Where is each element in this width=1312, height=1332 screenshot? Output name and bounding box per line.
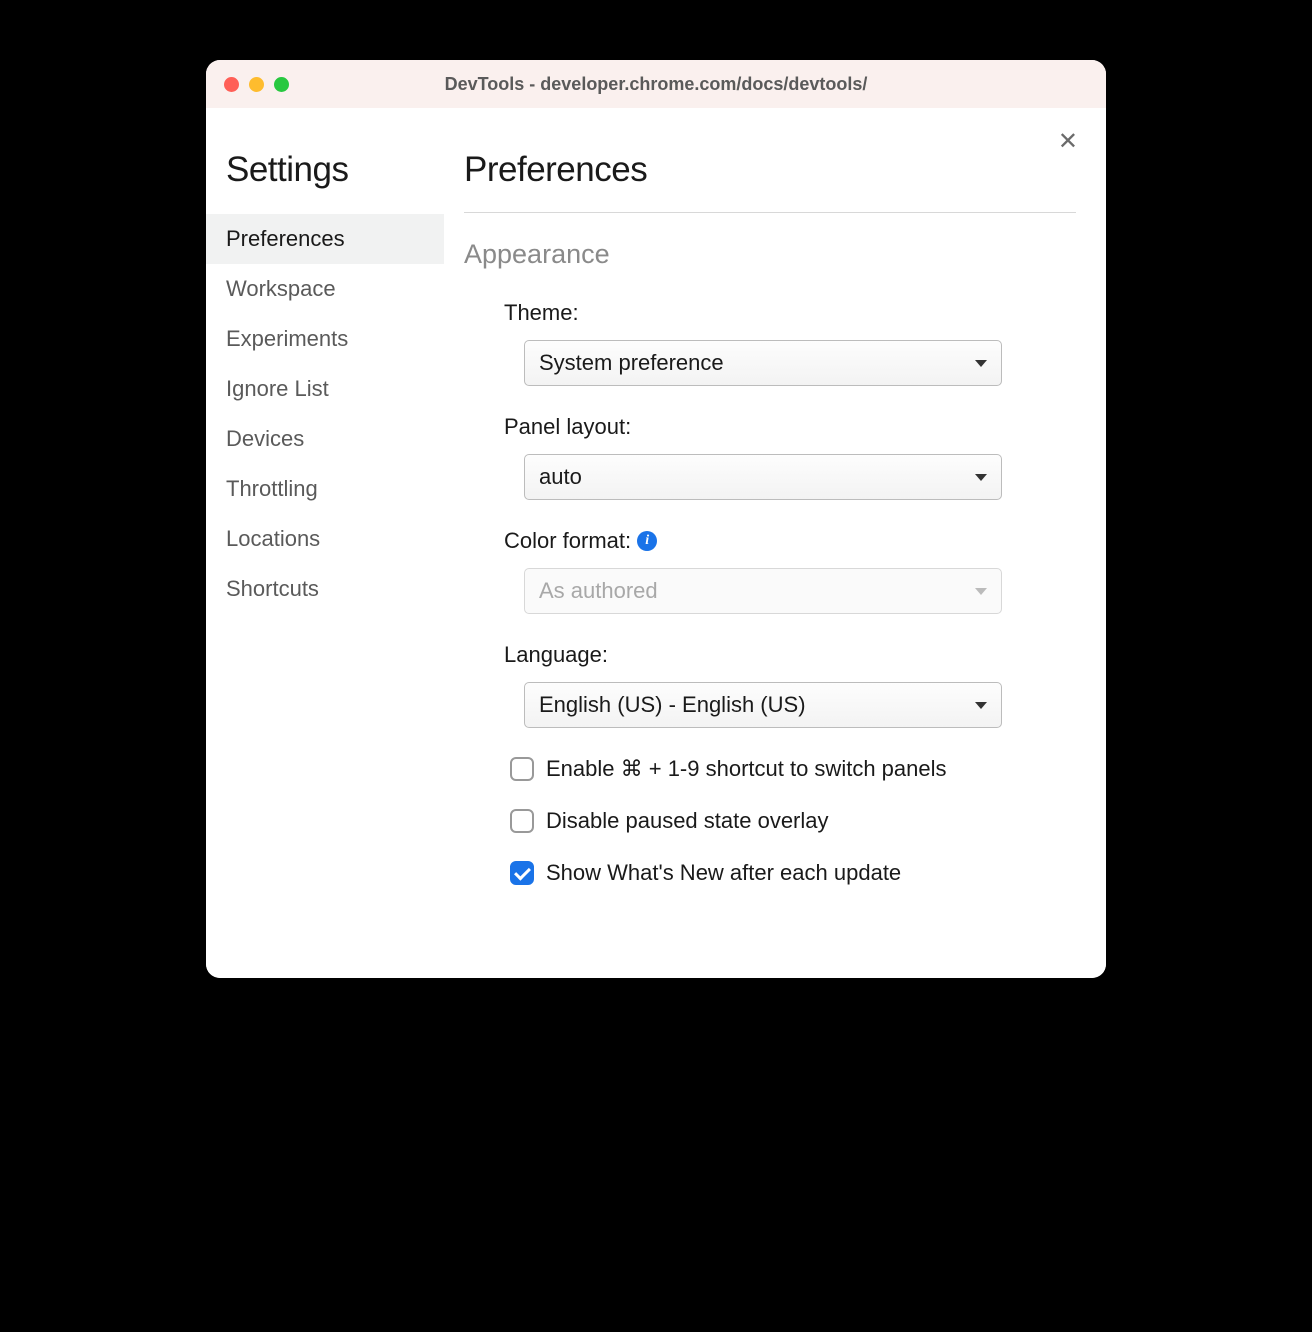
whats-new-checkbox[interactable] [510,861,534,885]
chevron-down-icon [975,474,987,481]
window-maximize-button[interactable] [274,77,289,92]
window-close-button[interactable] [224,77,239,92]
sidebar-item-preferences[interactable]: Preferences [206,214,444,264]
language-label: Language: [504,642,1076,668]
whats-new-label: Show What's New after each update [546,860,901,886]
page-title: Preferences [464,150,1076,190]
info-icon[interactable]: i [637,531,657,551]
titlebar: DevTools - developer.chrome.com/docs/dev… [206,60,1106,108]
sidebar-item-ignore-list[interactable]: Ignore List [206,364,444,414]
panel-layout-value: auto [539,464,582,490]
traffic-lights [224,77,289,92]
window-title: DevTools - developer.chrome.com/docs/dev… [445,74,868,95]
sidebar-item-locations[interactable]: Locations [206,514,444,564]
sidebar-item-label: Devices [226,426,304,451]
chevron-down-icon [975,588,987,595]
theme-label: Theme: [504,300,1076,326]
color-format-select: As authored [524,568,1002,614]
color-format-value: As authored [539,578,658,604]
panel-layout-select[interactable]: auto [524,454,1002,500]
devtools-settings-window: DevTools - developer.chrome.com/docs/dev… [206,60,1106,978]
theme-select[interactable]: System preference [524,340,1002,386]
sidebar-item-label: Preferences [226,226,345,251]
disable-overlay-row: Disable paused state overlay [464,808,1076,834]
enable-shortcut-row: Enable ⌘ + 1-9 shortcut to switch panels [464,756,1076,782]
sidebar-item-devices[interactable]: Devices [206,414,444,464]
panel-layout-field: Panel layout: auto [464,414,1076,500]
enable-shortcut-label: Enable ⌘ + 1-9 shortcut to switch panels [546,756,947,782]
color-format-label: Color format: i [504,528,1076,554]
disable-overlay-label: Disable paused state overlay [546,808,829,834]
sidebar-item-label: Throttling [226,476,318,501]
sidebar: Settings Preferences Workspace Experimen… [206,108,444,978]
theme-field: Theme: System preference [464,300,1076,386]
theme-value: System preference [539,350,724,376]
sidebar-item-label: Experiments [226,326,348,351]
color-format-field: Color format: i As authored [464,528,1076,614]
sidebar-item-workspace[interactable]: Workspace [206,264,444,314]
sidebar-item-label: Ignore List [226,376,329,401]
chevron-down-icon [975,360,987,367]
language-select[interactable]: English (US) - English (US) [524,682,1002,728]
disable-overlay-checkbox[interactable] [510,809,534,833]
panel-layout-label: Panel layout: [504,414,1076,440]
language-field: Language: English (US) - English (US) [464,642,1076,728]
content-area: ✕ Settings Preferences Workspace Experim… [206,108,1106,978]
sidebar-item-label: Workspace [226,276,336,301]
close-icon[interactable]: ✕ [1058,130,1078,154]
language-value: English (US) - English (US) [539,692,806,718]
sidebar-item-shortcuts[interactable]: Shortcuts [206,564,444,614]
sidebar-title: Settings [206,150,444,190]
main-panel: Preferences Appearance Theme: System pre… [444,108,1106,978]
enable-shortcut-checkbox[interactable] [510,757,534,781]
chevron-down-icon [975,702,987,709]
window-minimize-button[interactable] [249,77,264,92]
sidebar-item-label: Shortcuts [226,576,319,601]
sidebar-item-experiments[interactable]: Experiments [206,314,444,364]
sidebar-item-throttling[interactable]: Throttling [206,464,444,514]
whats-new-row: Show What's New after each update [464,860,1076,886]
divider [464,212,1076,213]
section-title: Appearance [464,239,1076,270]
sidebar-item-label: Locations [226,526,320,551]
